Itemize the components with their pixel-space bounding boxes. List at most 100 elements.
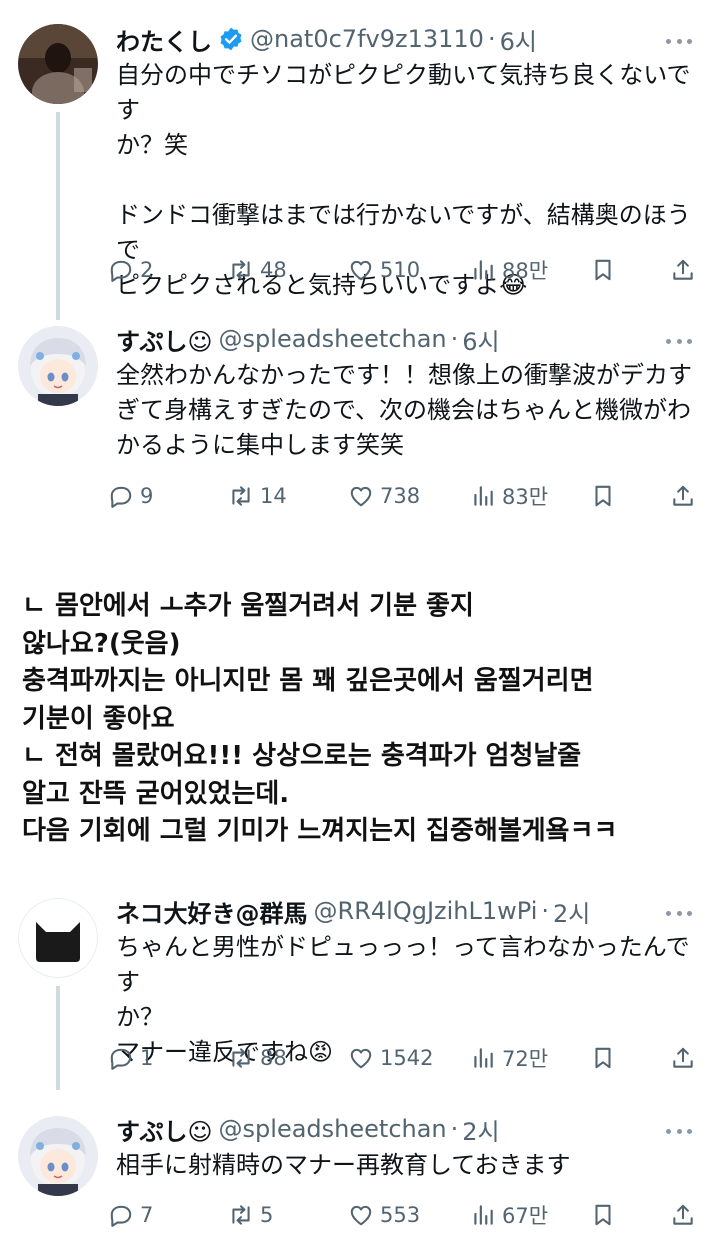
tweet-header: すぷし☺ @spleadsheetchan · 6시 (116, 322, 500, 356)
separator-dot: · (487, 25, 496, 53)
bookmark-button[interactable] (590, 1041, 622, 1075)
retweet-count: 5 (260, 1203, 274, 1227)
timestamp[interactable]: 6시 (500, 22, 537, 57)
like-count: 1542 (380, 1046, 434, 1070)
tweet-3: ネコ大好き@群馬 @RR4lQgJzihL1wPi · 2시 ちゃんと男性がドピ… (0, 890, 714, 1090)
thread-line (56, 986, 60, 1090)
views-button[interactable]: 83만 (470, 479, 548, 513)
views-button[interactable]: 72만 (470, 1041, 548, 1075)
bookmark-icon (595, 259, 611, 281)
reply-icon (110, 1048, 132, 1070)
handle[interactable]: @nat0c7fv9z13110 (250, 25, 484, 53)
translation-line: ㄴ 전혀 몰랐어요!!! 상상으로는 충격파가 엄청날줄 (22, 741, 582, 771)
share-button[interactable] (670, 1041, 702, 1075)
views-button[interactable]: 88만 (470, 253, 548, 287)
translation-line: 알고 잔뜩 굳어있었는데. (22, 778, 290, 809)
handle[interactable]: @spleadsheetchan (219, 1115, 447, 1143)
text-line (116, 163, 696, 198)
tweet-2: すぷし☺ @spleadsheetchan · 6시 全然わかんなかったです！！… (0, 318, 714, 538)
action-bar: 2 48 510 88만 (108, 253, 698, 287)
retweet-button[interactable]: 88 (228, 1041, 287, 1075)
timestamp[interactable]: 2시 (462, 1112, 499, 1147)
text-line: 相手に射精時のマナー再教育しておきます (116, 1151, 571, 1179)
like-button[interactable]: 510 (348, 253, 420, 287)
separator-dot: · (541, 897, 550, 925)
display-name[interactable]: すぷし☺ (116, 322, 213, 357)
bookmark-icon (595, 1047, 611, 1069)
timestamp[interactable]: 2시 (553, 894, 590, 929)
more-icon[interactable] (666, 36, 692, 46)
timestamp[interactable]: 6시 (462, 322, 499, 357)
share-button[interactable] (670, 1198, 702, 1232)
avatar-neko[interactable] (18, 898, 98, 978)
avatar-watakushi[interactable] (18, 24, 98, 104)
reply-count: 2 (140, 258, 154, 282)
reply-button[interactable]: 9 (108, 479, 153, 513)
like-button[interactable]: 553 (348, 1198, 420, 1232)
views-button[interactable]: 67만 (470, 1198, 548, 1232)
reply-icon (110, 260, 132, 282)
tweet-header: すぷし☺ @spleadsheetchan · 2시 (116, 1112, 500, 1146)
tweet-1: わたくし @nat0c7fv9z13110 · 6시 自分の中でチソコがピクピク… (0, 0, 714, 330)
bookmark-icon (595, 485, 611, 507)
text-line: かるように集中します笑笑 (116, 431, 404, 459)
retweet-count: 48 (260, 258, 287, 282)
tweet-text: 相手に射精時のマナー再教育しておきます (116, 1148, 696, 1183)
tweet-header: わたくし @nat0c7fv9z13110 · 6시 (116, 22, 537, 56)
translation-text: ㄴ 몸안에서 ㅗ추가 움찔거려서 기분 좋지 않나요?(웃음) 충격파까지는 아… (22, 588, 702, 851)
separator-dot: · (450, 325, 459, 353)
display-name[interactable]: わたくし (116, 22, 212, 57)
views-count: 72만 (502, 1047, 549, 1071)
reply-count: 9 (140, 484, 154, 508)
retweet-button[interactable]: 48 (228, 253, 287, 287)
thread-line (56, 112, 60, 320)
text-line: か？笑 (116, 131, 188, 159)
retweet-button[interactable]: 14 (228, 479, 287, 513)
display-name[interactable]: すぷし☺ (116, 1112, 213, 1147)
action-bar: 9 14 738 83만 (108, 479, 698, 513)
tweet-header: ネコ大好き@群馬 @RR4lQgJzihL1wPi · 2시 (116, 894, 590, 928)
like-count: 553 (380, 1203, 421, 1227)
retweet-icon (232, 260, 250, 280)
share-icon (673, 485, 693, 506)
display-name[interactable]: ネコ大好き@群馬 (116, 894, 308, 929)
retweet-button[interactable]: 5 (228, 1198, 273, 1232)
tweet-text: 全然わかんなかったです！！想像上の衝撃波がデカす ぎて身構えすぎたので、次の機会… (116, 358, 696, 463)
like-icon (350, 1205, 372, 1226)
action-bar: 1 88 1542 72만 (108, 1041, 698, 1075)
handle[interactable]: @spleadsheetchan (219, 325, 447, 353)
reply-button[interactable]: 2 (108, 253, 153, 287)
translation-line: 않나요?(웃음) (22, 628, 181, 659)
translation-line: 충격파까지는 아니지만 몸 꽤 깊은곳에서 움찔거리면 (22, 666, 594, 696)
like-icon (350, 1048, 372, 1069)
avatar-spleadsheetchan[interactable] (18, 326, 98, 406)
views-icon (474, 486, 493, 506)
like-button[interactable]: 1542 (348, 1041, 433, 1075)
avatar-spleadsheetchan[interactable] (18, 1116, 98, 1196)
reply-icon (110, 1205, 132, 1227)
like-count: 738 (380, 484, 421, 508)
like-icon (350, 486, 372, 507)
views-icon (474, 1048, 493, 1068)
reply-icon (110, 486, 132, 508)
reply-button[interactable]: 7 (108, 1198, 153, 1232)
translation-line: 기분이 좋아요 (22, 703, 175, 734)
share-icon (673, 1047, 693, 1068)
like-button[interactable]: 738 (348, 479, 420, 513)
more-icon[interactable] (666, 1126, 692, 1136)
share-button[interactable] (670, 253, 702, 287)
translation-line: ㄴ 몸안에서 ㅗ추가 움찔거려서 기분 좋지 (22, 591, 474, 621)
views-icon (474, 260, 493, 280)
bookmark-icon (595, 1204, 611, 1226)
bookmark-button[interactable] (590, 253, 622, 287)
views-count: 88만 (502, 259, 549, 283)
verified-badge-icon (218, 26, 244, 52)
handle[interactable]: @RR4lQgJzihL1wPi (314, 897, 538, 925)
reply-count: 1 (140, 1046, 154, 1070)
reply-button[interactable]: 1 (108, 1041, 153, 1075)
bookmark-button[interactable] (590, 1198, 622, 1232)
share-button[interactable] (670, 479, 702, 513)
more-icon[interactable] (666, 908, 692, 918)
more-icon[interactable] (666, 336, 692, 346)
bookmark-button[interactable] (590, 479, 622, 513)
